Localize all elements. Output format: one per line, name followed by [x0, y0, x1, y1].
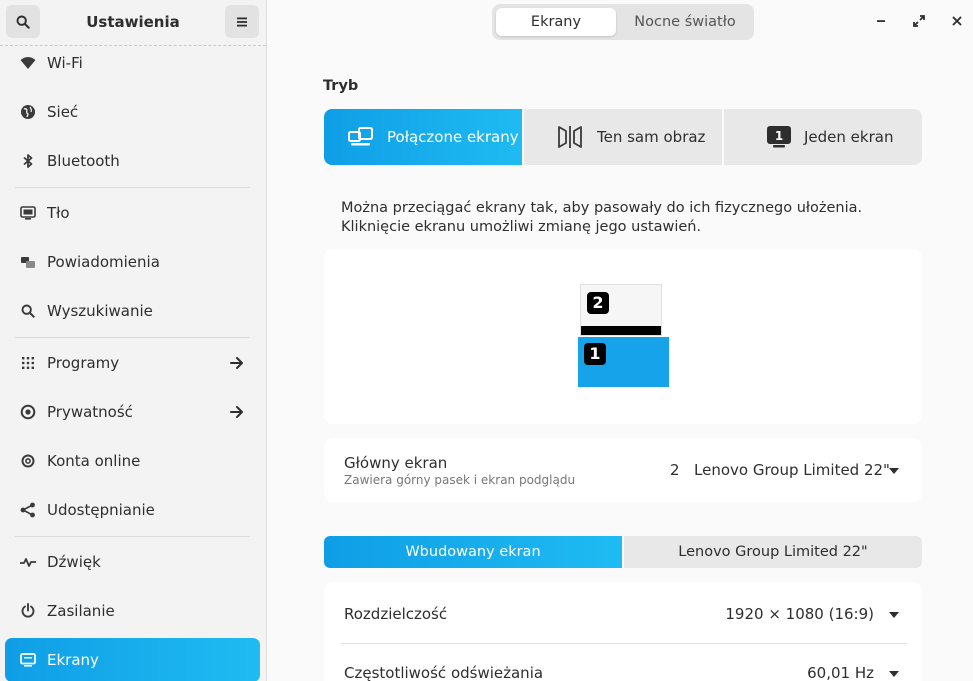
sidebar-item-bluetooth[interactable]: Bluetooth	[5, 139, 260, 183]
resolution-value[interactable]: 1920 × 1080 (16:9)	[725, 605, 874, 623]
mode-label: Połączone ekrany	[387, 128, 519, 146]
network-globe-icon	[19, 103, 37, 121]
primary-display-value: Lenovo Group Limited 22"	[694, 461, 890, 479]
power-icon	[19, 602, 37, 620]
mode-joined-displays[interactable]: Połączone ekrany	[324, 109, 522, 165]
maximize-icon	[913, 15, 925, 27]
sidebar-item-search[interactable]: Wyszukiwanie	[5, 289, 260, 333]
primary-display-number: 2	[670, 461, 680, 479]
main-menu-button[interactable]	[225, 5, 259, 38]
sidebar-item-label: Programy	[47, 354, 120, 372]
sidebar-item-label: Konta online	[47, 452, 141, 470]
privacy-hand-icon	[19, 403, 37, 421]
tab-night-light[interactable]: Nocne światło	[620, 8, 750, 36]
sidebar-item-label: Wi-Fi	[47, 54, 83, 72]
primary-display-row[interactable]: Główny ekran Zawiera górny pasek i ekran…	[324, 438, 922, 502]
resolution-label: Rozdzielczość	[344, 605, 448, 623]
single-display-icon: 1	[767, 126, 791, 148]
display-2-preview[interactable]: 2	[580, 284, 662, 336]
sound-icon	[19, 553, 37, 571]
sidebar-header: Ustawienia	[0, 0, 266, 46]
row-separator	[341, 643, 907, 644]
joined-displays-icon	[348, 127, 373, 146]
sidebar-item-privacy[interactable]: Prywatność	[5, 390, 260, 434]
sidebar-item-power[interactable]: Zasilanie	[5, 589, 260, 633]
primary-display-sublabel: Zawiera górny pasek i ekran podglądu	[344, 473, 576, 487]
sidebar-item-label: Ekrany	[47, 651, 99, 669]
minimize-icon	[877, 20, 885, 22]
sidebar-item-background[interactable]: Tło	[5, 191, 260, 235]
sidebar-item-label: Zasilanie	[47, 602, 115, 620]
display-1-preview[interactable]: 1	[578, 337, 669, 387]
background-icon	[19, 204, 37, 222]
share-icon	[19, 501, 37, 519]
svg-text:1: 1	[775, 129, 783, 143]
sidebar-item-notifications[interactable]: Powiadomienia	[5, 240, 260, 284]
arrow-right-icon	[230, 406, 243, 418]
bluetooth-icon	[19, 152, 37, 170]
sidebar-item-network[interactable]: Sieć	[5, 90, 260, 134]
close-button[interactable]	[947, 11, 967, 31]
sidebar-item-sound[interactable]: Dźwięk	[5, 540, 260, 584]
tab-lenovo-display[interactable]: Lenovo Group Limited 22"	[624, 536, 922, 568]
displays-icon	[19, 651, 37, 669]
mode-section-title: Tryb	[323, 78, 359, 94]
close-icon	[952, 16, 962, 26]
sidebar-item-sharing[interactable]: Udostępnianie	[5, 488, 260, 532]
notifications-icon	[19, 253, 37, 271]
refresh-rate-label: Częstotliwość odświeżania	[344, 664, 544, 681]
arrangement-description: Można przeciągać ekrany tak, aby pasował…	[341, 200, 863, 235]
mode-label: Ten sam obraz	[597, 128, 706, 146]
sidebar-item-wifi[interactable]: Wi-Fi	[5, 41, 260, 85]
sidebar-item-label: Udostępnianie	[47, 501, 155, 519]
dropdown-caret-icon[interactable]	[889, 671, 899, 677]
dropdown-caret-icon	[889, 468, 899, 474]
maximize-button[interactable]	[909, 11, 929, 31]
sidebar-item-label: Tło	[47, 204, 70, 222]
sidebar-item-label: Wyszukiwanie	[47, 302, 153, 320]
sidebar-item-label: Sieć	[47, 103, 79, 121]
display-arrangement-area: 2 1	[324, 249, 922, 424]
primary-display-label: Główny ekran	[344, 454, 448, 472]
wifi-icon	[19, 54, 37, 72]
main-content: Ekrany Nocne światło Tryb Połączone ekra…	[267, 0, 973, 681]
display-number-badge: 2	[587, 292, 609, 314]
apps-grid-icon	[19, 354, 37, 372]
sidebar-separator	[15, 337, 250, 338]
sidebar-item-label: Dźwięk	[47, 553, 101, 571]
sidebar-item-label: Prywatność	[47, 403, 133, 421]
arrow-right-icon	[230, 357, 243, 369]
view-switcher: Ekrany Nocne światło	[492, 4, 754, 40]
sidebar-item-apps[interactable]: Programy	[5, 341, 260, 385]
hamburger-menu-icon	[237, 17, 247, 26]
minimize-button[interactable]	[871, 11, 891, 31]
display-settings-list: Rozdzielczość 1920 × 1080 (16:9) Częstot…	[324, 582, 922, 681]
search-icon	[19, 302, 37, 320]
tab-displays[interactable]: Ekrany	[496, 8, 616, 36]
mode-single-display[interactable]: 1 Jeden ekran	[724, 109, 922, 165]
display-number-badge: 1	[584, 343, 606, 365]
sidebar: Ustawienia Wi-Fi Sieć Bluetooth Tło Powi…	[0, 0, 267, 681]
refresh-rate-value[interactable]: 60,01 Hz	[807, 664, 874, 681]
sidebar-item-displays[interactable]: Ekrany	[5, 638, 260, 681]
sidebar-separator	[15, 187, 250, 188]
online-accounts-icon	[19, 452, 37, 470]
sidebar-item-label: Bluetooth	[47, 152, 120, 170]
mirror-icon	[558, 126, 582, 148]
mode-label: Jeden ekran	[804, 128, 894, 146]
sidebar-item-label: Powiadomienia	[47, 253, 160, 271]
sidebar-separator	[15, 536, 250, 537]
mode-mirror[interactable]: Ten sam obraz	[524, 109, 722, 165]
dropdown-caret-icon[interactable]	[889, 612, 899, 618]
sidebar-item-online-accounts[interactable]: Konta online	[5, 439, 260, 483]
top-bar-indicator	[581, 326, 661, 335]
tab-builtin-display[interactable]: Wbudowany ekran	[324, 536, 622, 568]
